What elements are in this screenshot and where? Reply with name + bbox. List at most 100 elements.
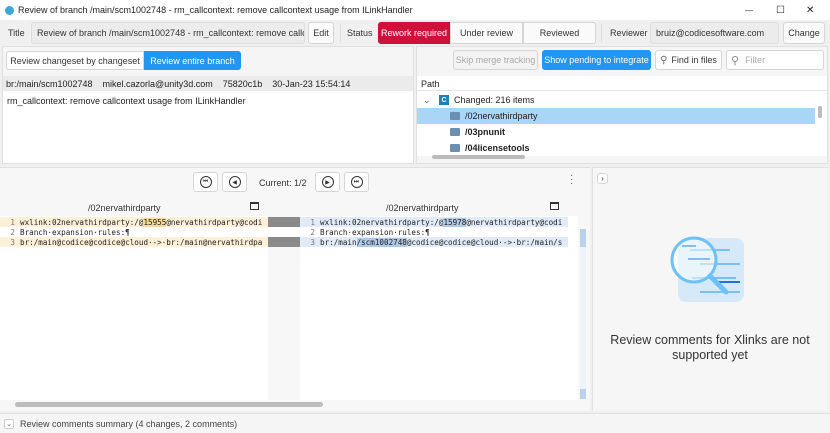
tree-group-changed[interactable]: ⌄ C Changed: 216 items [417,92,815,108]
path-header-label: Path [421,79,440,89]
item-label: /02nervathirdparty [465,111,538,121]
line-text: @nervathirdparty@codi [466,217,563,227]
changed-count: Changed: 216 items [454,95,535,105]
line-text: br:/main@codice@codice@cloud·->·br:/main… [20,237,263,247]
tree-horizontal-scrollbar[interactable] [432,155,525,159]
changed-text: /scm1002748 [356,237,407,247]
app-icon [5,5,14,15]
branch-name: br:/main/scm1002748 [6,78,93,89]
search-icon: ⚲ [660,54,668,66]
author: mikel.cazorla@unity3d.com [102,78,213,89]
line-number: 2 [310,227,315,237]
line-text: @nervathirdparty@codi [166,217,263,227]
edit-button[interactable]: Edit [308,22,334,44]
magnifier-document-icon [670,236,744,302]
folder-icon [450,112,460,120]
review-changeset-by-changeset-tab[interactable]: Review changeset by changeset [6,51,144,70]
filter-placeholder: Filter [745,55,766,65]
find-label: Find in files [671,55,717,65]
line-number: 2 [10,227,15,237]
line-number: 1 [310,217,315,227]
changed-text: 15978 [443,217,467,227]
diff-connector [268,217,300,227]
left-file-title: /02nervathirdparty [88,203,161,213]
line-number: 1 [10,217,15,227]
reviewer-label: Reviewer [610,28,648,38]
skip-forward-icon: ⏭ [350,176,363,188]
maximize-icon[interactable] [250,202,259,210]
line-text: Branch·expansion·rules:¶ [320,227,430,237]
line-text: wxlink:02nervathirdparty:/@ [320,217,444,227]
left-line-1: 1 wxlink:02nervathirdparty:/@ 15955 @nervat… [0,217,268,227]
summary-text: Review comments summary (4 changes, 2 co… [20,418,238,429]
changeset-info-bar: br:/main/scm1002748 mikel.cazorla@unity3… [3,76,413,91]
diff-overview-bar[interactable] [580,229,586,399]
review-entire-branch-tab[interactable]: Review entire branch [144,51,241,70]
change-reviewer-button[interactable]: Change [783,22,825,44]
filter-input[interactable]: ⚲ Filter [726,50,824,70]
diff-gap [268,227,300,237]
first-difference-button[interactable]: ⏮ [193,172,218,192]
right-line-2: 2 Branch·expansion·rules:¶ [300,227,568,237]
title-input[interactable]: Review of branch /main/scm1002748 - rm_c… [31,22,305,44]
status-label: Status [347,28,373,38]
skip-back-icon: ⏮ [199,176,212,188]
tree-item[interactable]: /03pnunit [417,124,815,140]
diff-connector [268,237,300,247]
left-line-3: 3 br:/main@codice@codice@cloud·->·br:/mai… [0,237,268,247]
find-in-files-button[interactable]: ⚲ Find in files [655,50,722,70]
item-label: /04licensetools [465,142,530,153]
right-line-1: 1 wxlink:02nervathirdparty:/@ 15978 @nervat… [300,217,568,227]
tree-item[interactable]: /04licensetools [417,141,815,154]
changeset-id: 75820c1b [222,78,263,89]
tree-item[interactable]: /02nervathirdparty [417,108,815,124]
line-text: wxlink:02nervathirdparty:/@ [20,217,144,227]
next-icon: ▶ [321,176,334,188]
expand-comments-button[interactable]: › [597,173,608,184]
next-difference-button[interactable]: ▶ [315,172,340,192]
chevron-down-icon[interactable]: ⌄ [4,418,14,429]
comments-summary-bar[interactable]: ⌄ Review comments summary (4 changes, 2 … [0,413,830,433]
folder-icon [450,128,460,136]
divider [340,24,341,42]
reviewer-input[interactable]: bruiz@codicesoftware.com [650,22,779,44]
current-difference: Current: 1/2 [259,178,307,188]
line-number: 3 [10,237,15,247]
previous-difference-button[interactable]: ◀ [222,172,247,192]
comment-text: rm_callcontext: remove callcontext usage… [7,96,246,106]
line-text: br:/main [320,237,357,247]
status-rework-required[interactable]: Rework required [378,22,450,44]
changed-text: 15955 [143,217,167,227]
show-pending-button[interactable]: Show pending to integrate [542,50,651,70]
last-difference-button[interactable]: ⏭ [344,172,369,192]
path-column-header[interactable]: Path [417,76,827,91]
status-reviewed[interactable]: Reviewed [523,22,596,44]
minimize-button[interactable]: — [745,6,753,15]
folder-icon [450,143,460,152]
maximize-button[interactable]: ☐ [776,5,785,16]
date: 30-Jan-23 15:54:14 [272,78,351,89]
window-title: Review of branch /main/scm1002748 - rm_c… [18,5,413,15]
divider [601,24,602,42]
changed-badge: C [439,95,449,105]
title-bar: Review of branch /main/scm1002748 - rm_c… [0,0,830,20]
maximize-icon[interactable] [550,202,559,210]
previous-icon: ◀ [228,176,241,188]
line-text: Branch·expansion·rules:¶ [20,227,130,237]
item-label: /03pnunit [465,127,505,137]
line-text: @codice@codice@cloud·->·br:/main/s [406,237,563,247]
right-line-3: 3 br:/main/scm1002748 @codice@codice@cloud… [300,237,568,247]
changeset-comment: rm_callcontext: remove callcontext usage… [3,91,413,163]
left-line-2: 2 Branch·expansion·rules:¶ [0,227,268,237]
chevron-down-icon: ⌄ [423,94,431,105]
line-number: 3 [310,237,315,247]
skip-merge-tracking-button[interactable]: Skip merge tracking [453,50,538,70]
search-icon: ⚲ [731,54,740,67]
title-label: Title [8,28,25,38]
tree-vertical-scrollbar[interactable] [818,106,822,118]
diff-horizontal-scrollbar[interactable] [15,402,323,407]
close-button[interactable]: ✕ [806,5,814,16]
more-options-icon[interactable]: · · · [570,171,573,189]
right-file-title: /02nervathirdparty [386,203,459,213]
status-under-review[interactable]: Under review [450,22,523,44]
